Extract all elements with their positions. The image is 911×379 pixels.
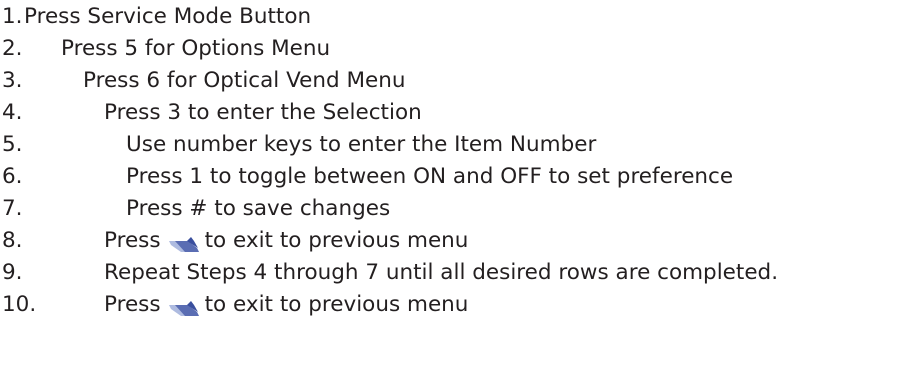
step-text: Press to exit to previous menu (104, 225, 468, 257)
step-text: Press 5 for Options Menu (61, 36, 331, 61)
step-text-before: Press (104, 228, 161, 253)
back-arrow-key-icon (168, 237, 199, 252)
step-text: Press 3 to enter the Selection (104, 100, 422, 125)
step-number: 2. (2, 36, 23, 61)
back-arrow-key-icon (168, 301, 199, 316)
step-number: 1. (2, 4, 23, 29)
step-number: 7. (2, 196, 23, 221)
step-text: Press 1 to toggle between ON and OFF to … (126, 164, 734, 189)
step-text: Press # to save changes (126, 196, 391, 221)
step-text: Press 6 for Optical Vend Menu (83, 68, 406, 93)
step-number: 3. (2, 68, 23, 93)
step-text-after: to exit to previous menu (204, 292, 469, 317)
step-number: 10. (2, 292, 37, 317)
step-number: 4. (2, 100, 23, 125)
instruction-list: 1. Press Service Mode Button 2. Press 5 … (0, 0, 911, 379)
step-number: 9. (2, 260, 23, 285)
step-text-after: to exit to previous menu (204, 228, 469, 253)
step-text: Repeat Steps 4 through 7 until all desir… (104, 260, 779, 285)
step-number: 5. (2, 132, 23, 157)
step-text: Press Service Mode Button (24, 4, 312, 29)
step-number: 8. (2, 228, 23, 253)
step-text: Use number keys to enter the Item Number (126, 132, 597, 157)
step-text-before: Press (104, 292, 161, 317)
step-number: 6. (2, 164, 23, 189)
step-text: Press to exit to previous menu (104, 289, 468, 321)
